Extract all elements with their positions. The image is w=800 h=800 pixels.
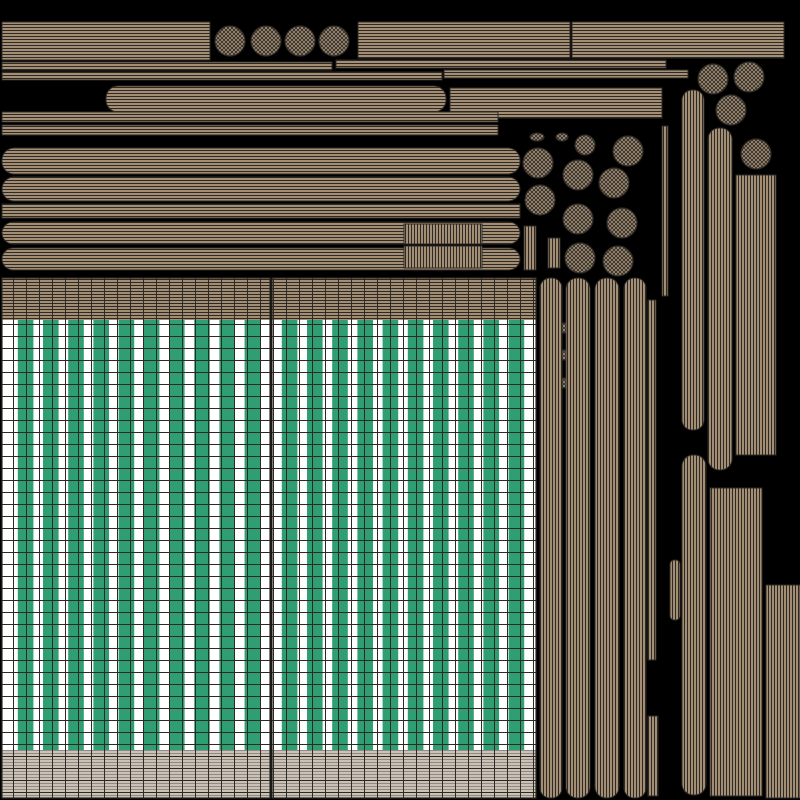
uv-layout-canvas — [0, 0, 800, 800]
awning-panel-left — [1, 277, 271, 799]
awning-panel-right — [271, 277, 537, 799]
